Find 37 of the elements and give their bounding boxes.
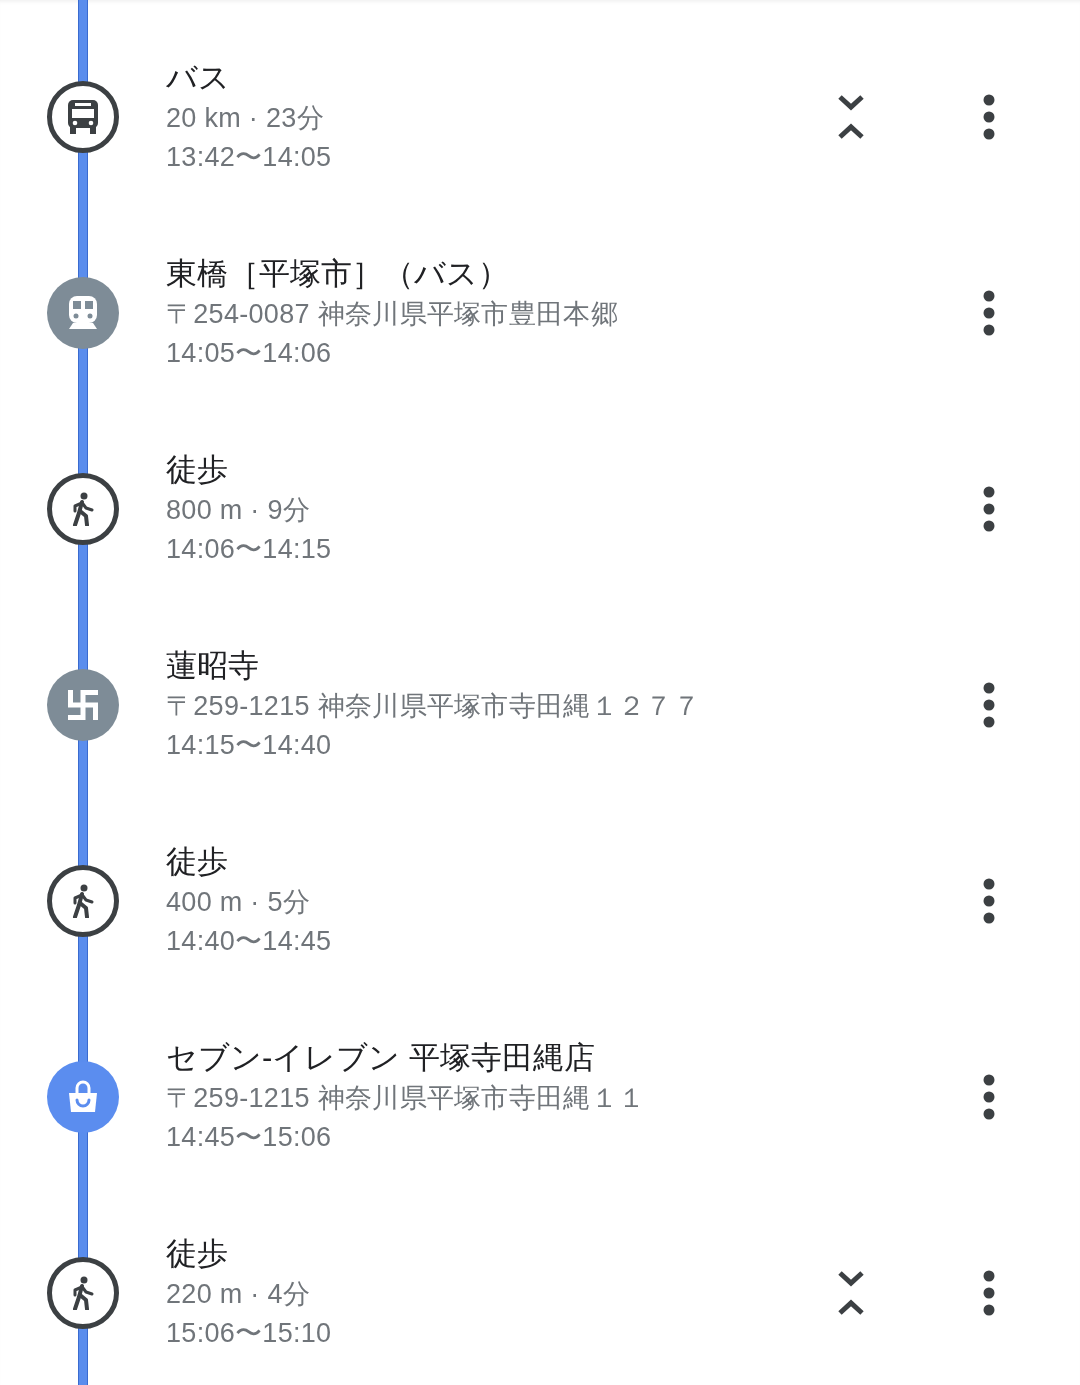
step-detail: 400 m · 5分 xyxy=(166,886,312,919)
walking-person-icon xyxy=(71,884,95,918)
step-time: 14:05〜14:06 xyxy=(166,337,333,370)
more-icon xyxy=(983,486,995,532)
bus-icon xyxy=(66,99,100,135)
step-title: 東橋［平塚市］（バス） xyxy=(166,255,510,293)
more-icon xyxy=(983,94,995,140)
temple-icon xyxy=(68,690,98,720)
step-title: バス xyxy=(166,59,231,97)
step-title: 蓮昭寺 xyxy=(166,647,260,685)
train-icon xyxy=(68,296,98,330)
step-detail: 〒259-1215 神奈川県平塚市寺田縄１２７７ xyxy=(166,690,701,723)
step-title: 徒歩 xyxy=(166,843,229,881)
walking-person-icon xyxy=(71,492,95,526)
shopping-bag-icon xyxy=(67,1080,99,1114)
step-time: 14:06〜14:15 xyxy=(166,533,333,566)
step-time: 13:42〜14:05 xyxy=(166,141,333,174)
more-icon xyxy=(983,878,995,924)
step-detail: 〒259-1215 神奈川県平塚市寺田縄１１ xyxy=(166,1082,647,1115)
walking-person-icon xyxy=(71,1276,95,1310)
step-title: 徒歩 xyxy=(166,451,229,489)
more-icon xyxy=(983,1074,995,1120)
more-icon xyxy=(983,290,995,336)
more-icon xyxy=(983,1270,995,1316)
step-detail: 800 m · 9分 xyxy=(166,494,312,527)
step-title: 徒歩 xyxy=(166,1235,229,1273)
step-detail: 20 km · 23分 xyxy=(166,102,325,135)
step-detail: 〒254-0087 神奈川県平塚市豊田本郷 xyxy=(166,298,619,331)
step-time: 14:45〜15:06 xyxy=(166,1121,333,1154)
step-detail: 220 m · 4分 xyxy=(166,1278,312,1311)
chevrons-icon xyxy=(837,94,865,140)
more-icon xyxy=(983,682,995,728)
step-time: 15:06〜15:10 xyxy=(166,1317,333,1350)
chevrons-icon xyxy=(837,1270,865,1316)
step-time: 14:40〜14:45 xyxy=(166,925,333,958)
step-time: 14:15〜14:40 xyxy=(166,729,333,762)
step-title: セブン-イレブン 平塚寺田縄店 xyxy=(166,1039,596,1077)
